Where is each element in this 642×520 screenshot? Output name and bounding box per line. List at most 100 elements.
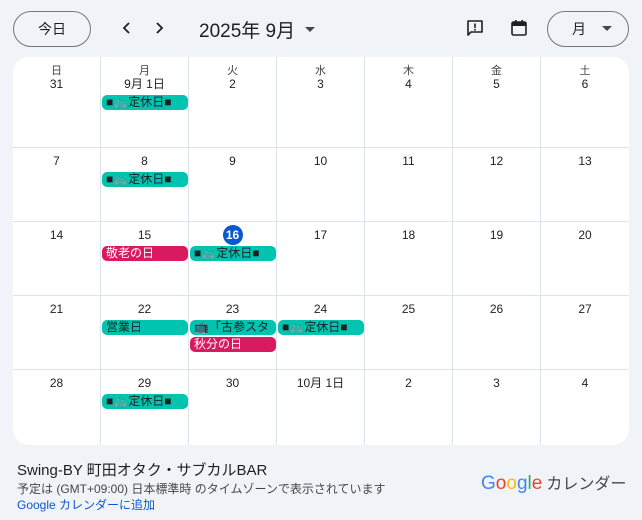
weekday-header: 水 (315, 65, 326, 77)
day-cell[interactable]: 13 (541, 148, 629, 222)
day-number[interactable]: 3 (453, 376, 540, 390)
month-title: 2025年 9月 (199, 21, 296, 42)
day-cell[interactable]: 火2 (189, 57, 277, 148)
google-calendar-logo: Google カレンダー (481, 470, 626, 495)
brand-letter: G (481, 473, 496, 494)
day-cell[interactable]: 4 (541, 370, 629, 445)
day-cell[interactable]: 25 (365, 296, 453, 370)
day-cell[interactable]: 日 31 (13, 57, 101, 148)
day-number[interactable]: 10月 1日 (277, 376, 364, 390)
day-number[interactable]: 5 (453, 77, 540, 91)
feedback-button[interactable] (462, 15, 488, 41)
day-number[interactable]: 7 (13, 154, 100, 168)
day-cell[interactable]: 20 (541, 222, 629, 296)
view-selector[interactable]: 月 (547, 11, 629, 47)
day-cell[interactable]: 30 (189, 370, 277, 445)
day-cell[interactable]: 26 (453, 296, 541, 370)
day-number[interactable]: 9 (189, 154, 276, 168)
day-number[interactable]: 18 (365, 228, 452, 242)
event-chip[interactable]: ■🚲定休日■ (102, 172, 188, 187)
day-number[interactable]: 23 (189, 302, 276, 316)
day-number[interactable]: 28 (13, 376, 100, 390)
event-chip[interactable]: 秋分の日 (190, 337, 276, 352)
day-number[interactable]: 8 (101, 154, 188, 168)
event-chip[interactable]: 📺「古参スタ (190, 320, 276, 335)
brand-letter: e (531, 473, 543, 494)
calendar-name: Swing-BY 町田オタク・サブカルBAR (17, 462, 268, 479)
day-number[interactable]: 26 (453, 302, 540, 316)
brand-letter: o (495, 473, 507, 494)
day-cell[interactable]: 金5 (453, 57, 541, 148)
day-number[interactable]: 27 (541, 302, 629, 316)
day-cell[interactable]: 28 (13, 370, 101, 445)
next-month-button[interactable] (145, 14, 173, 42)
day-cell[interactable]: 21 (13, 296, 101, 370)
day-number[interactable]: 30 (189, 376, 276, 390)
month-picker[interactable]: 2025年 9月 (199, 16, 316, 43)
day-cell[interactable]: 7 (13, 148, 101, 222)
day-number[interactable]: 20 (541, 228, 629, 242)
month-grid: 日 31 月 9月 1日火 2 水 3 木 4 金 5 土 6 7 8 9 10 11 12 13 14 15 16 17 18… (13, 57, 629, 445)
footer: Swing-BY 町田オタク・サブカルBAR 予定は (GMT+09:00) 日… (0, 445, 642, 520)
day-number[interactable]: 13 (541, 154, 629, 168)
day-number[interactable]: 12 (453, 154, 540, 168)
day-cell[interactable]: 11 (365, 148, 453, 222)
day-cell[interactable]: 9 (189, 148, 277, 222)
day-number[interactable]: 21 (13, 302, 100, 316)
event-chip[interactable]: ■🚲定休日■ (102, 95, 188, 110)
toolbar: 今日 2025年 9月 月 (0, 0, 642, 58)
google-wordmark: Google (481, 473, 542, 495)
day-cell[interactable]: 木4 (365, 57, 453, 148)
day-cell[interactable]: 27 (541, 296, 629, 370)
weekday-header: 月 (139, 65, 150, 77)
caret-down-icon (602, 26, 612, 31)
day-cell[interactable]: 17 (277, 222, 365, 296)
brand-suffix: カレンダー (546, 476, 627, 493)
day-cell[interactable]: 2 (365, 370, 453, 445)
day-number[interactable]: 6 (541, 77, 629, 91)
day-cell[interactable]: 3 (453, 370, 541, 445)
day-number[interactable]: 19 (453, 228, 540, 242)
event-chip[interactable]: ■🚲定休日■ (102, 394, 188, 409)
day-number[interactable]: 29 (101, 376, 188, 390)
caret-down-icon (305, 26, 316, 32)
day-cell[interactable]: 10月 1日 (277, 370, 365, 445)
day-cell[interactable]: 10 (277, 148, 365, 222)
day-number[interactable]: 17 (277, 228, 364, 242)
day-number[interactable]: 31 (13, 77, 100, 91)
event-chip[interactable]: ■🚲定休日■ (278, 320, 364, 335)
feedback-icon (467, 20, 483, 36)
day-cell[interactable]: 12 (453, 148, 541, 222)
event-chip[interactable]: 営業日 (102, 320, 188, 335)
brand-letter: g (516, 473, 528, 494)
day-number[interactable]: 3 (277, 77, 364, 91)
day-number[interactable]: 11 (365, 154, 452, 168)
day-cell[interactable]: 水3 (277, 57, 365, 148)
today-button[interactable]: 今日 (13, 11, 91, 47)
day-cell[interactable]: 19 (453, 222, 541, 296)
day-number[interactable]: 2 (365, 376, 452, 390)
day-number[interactable]: 4 (541, 376, 629, 390)
day-number[interactable]: 2 (189, 77, 276, 91)
weekday-header: 土 (579, 65, 591, 77)
day-number[interactable]: 9月 1日 (101, 77, 188, 91)
day-number[interactable]: 25 (365, 302, 452, 316)
day-number[interactable]: 4 (365, 77, 452, 91)
day-number[interactable]: 22 (101, 302, 188, 316)
event-chip[interactable]: 敬老の日 (102, 246, 188, 261)
weekday-header: 日 (51, 65, 62, 77)
add-to-google-calendar-link[interactable]: Google カレンダーに追加 (17, 496, 155, 513)
weekday-header: 金 (491, 65, 502, 77)
day-number[interactable]: 10 (277, 154, 364, 168)
day-number[interactable]: 15 (101, 228, 188, 242)
day-cell[interactable]: 土6 (541, 57, 629, 148)
view-label: 月 (572, 21, 586, 37)
day-number[interactable]: 24 (277, 302, 364, 316)
event-chip[interactable]: ■🚲定休日■ (190, 246, 276, 261)
prev-month-button[interactable] (113, 14, 141, 42)
day-cell[interactable]: 18 (365, 222, 453, 296)
open-calendar-button[interactable] (506, 15, 532, 41)
day-cell[interactable]: 14 (13, 222, 101, 296)
today-day-number[interactable]: 16 (222, 225, 243, 245)
day-number[interactable]: 14 (13, 228, 100, 242)
